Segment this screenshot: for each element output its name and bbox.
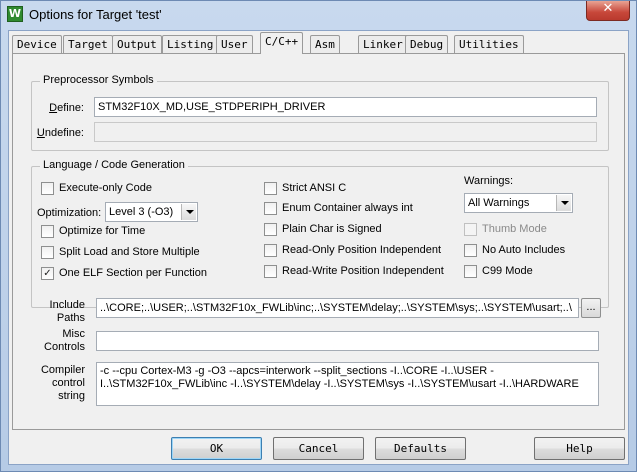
split-load-store-checkbox[interactable]: Split Load and Store Multiple	[41, 246, 200, 260]
optimization-select[interactable]: Level 3 (-O3)	[105, 202, 198, 222]
tab-target[interactable]: Target	[63, 35, 113, 54]
include-paths-label-line2: Paths	[56, 312, 85, 324]
app-logo-icon: W	[7, 6, 23, 22]
tab-linker[interactable]: Linker	[358, 35, 408, 54]
one-elf-section-label: One ELF Section per Function	[59, 267, 207, 279]
undefine-label: Undefine:	[36, 127, 84, 139]
language-code-generation-group: Language / Code Generation Execute-only …	[31, 159, 609, 308]
language-group-label: Language / Code Generation	[40, 159, 188, 171]
thumb-mode-label: Thumb Mode	[482, 223, 547, 235]
execute-only-label: Execute-only Code	[59, 182, 152, 194]
tab-listing[interactable]: Listing	[162, 35, 219, 54]
cancel-button[interactable]: Cancel	[273, 437, 364, 460]
check-icon: ✓	[41, 267, 54, 280]
ok-button[interactable]: OK	[171, 437, 262, 460]
title-bar[interactable]: W Options for Target 'test' ✕	[1, 1, 636, 29]
no-auto-includes-checkbox[interactable]: No Auto Includes	[464, 244, 565, 258]
tab-user[interactable]: User	[216, 35, 253, 54]
plain-char-label: Plain Char is Signed	[282, 223, 382, 235]
enum-container-checkbox[interactable]: Enum Container always int	[264, 202, 413, 216]
tab-asm[interactable]: Asm	[310, 35, 340, 54]
undefine-input[interactable]	[94, 122, 597, 142]
misc-controls-label-line1: Misc	[62, 328, 85, 340]
options-dialog: W Options for Target 'test' ✕ Device Tar…	[0, 0, 637, 472]
ro-position-checkbox[interactable]: Read-Only Position Independent	[264, 244, 441, 258]
misc-controls-label-line2: Controls	[44, 341, 85, 353]
include-paths-label: Include Paths	[17, 299, 85, 325]
preprocessor-symbols-group: Preprocessor Symbols Define: STM32F10X_M…	[31, 74, 609, 151]
c99-mode-box	[464, 265, 477, 278]
help-button[interactable]: Help	[534, 437, 625, 460]
defaults-button[interactable]: Defaults	[375, 437, 466, 460]
warnings-select[interactable]: All Warnings	[464, 193, 573, 213]
chevron-down-icon	[181, 204, 196, 220]
close-button[interactable]: ✕	[586, 1, 630, 21]
enum-container-label: Enum Container always int	[282, 202, 413, 214]
tab-utilities[interactable]: Utilities	[454, 35, 524, 54]
optimization-value: Level 3 (-O3)	[109, 206, 174, 218]
plain-char-box	[264, 223, 277, 236]
optimize-for-time-box	[41, 225, 54, 238]
tab-c-cpp[interactable]: C/C++	[260, 32, 304, 54]
define-label: Define:	[49, 102, 84, 114]
compiler-label-line1: Compiler	[40, 364, 85, 376]
tab-output[interactable]: Output	[112, 35, 162, 54]
thumb-mode-box	[464, 223, 477, 236]
define-input[interactable]: STM32F10X_MD,USE_STDPERIPH_DRIVER	[94, 97, 597, 117]
dialog-client: Device Target Output Listing User C/C++ …	[8, 30, 629, 465]
rw-position-checkbox[interactable]: Read-Write Position Independent	[264, 265, 444, 279]
ro-position-label: Read-Only Position Independent	[282, 244, 441, 256]
window-title: Options for Target 'test'	[29, 7, 162, 22]
thumb-mode-checkbox[interactable]: Thumb Mode	[464, 223, 547, 237]
rw-position-box	[264, 265, 277, 278]
include-paths-input[interactable]: ..\CORE;..\USER;..\STM32F10x_FWLib\inc;.…	[96, 298, 579, 318]
execute-only-checkbox[interactable]: Execute-only Code	[41, 182, 152, 196]
compiler-label-line2: control	[51, 377, 85, 389]
include-paths-label-line1: Include	[49, 299, 85, 311]
split-load-store-box	[41, 246, 54, 259]
optimize-for-time-label: Optimize for Time	[59, 225, 146, 237]
chevron-down-icon	[556, 195, 571, 211]
plain-char-checkbox[interactable]: Plain Char is Signed	[264, 223, 382, 237]
strict-ansi-checkbox[interactable]: Strict ANSI C	[264, 182, 346, 196]
misc-controls-input[interactable]	[96, 331, 599, 351]
enum-container-box	[264, 202, 277, 215]
misc-controls-label: Misc Controls	[17, 328, 85, 354]
compiler-control-string-label: Compiler control string	[17, 364, 85, 403]
no-auto-includes-label: No Auto Includes	[482, 244, 566, 256]
compiler-control-string-textarea[interactable]: -c --cpu Cortex-M3 -g -O3 --apcs=interwo…	[96, 362, 599, 406]
ro-position-box	[264, 244, 277, 257]
execute-only-box	[41, 182, 54, 195]
optimize-for-time-checkbox[interactable]: Optimize for Time	[41, 225, 145, 239]
c99-mode-label: C99 Mode	[482, 265, 533, 277]
strict-ansi-box	[264, 182, 277, 195]
tab-device[interactable]: Device	[12, 35, 62, 54]
tab-debug[interactable]: Debug	[405, 35, 449, 54]
warnings-label: Warnings:	[464, 175, 514, 187]
one-elf-section-checkbox[interactable]: ✓ One ELF Section per Function	[41, 267, 207, 281]
c-cpp-tab-panel: Preprocessor Symbols Define: STM32F10X_M…	[12, 53, 625, 430]
c99-mode-checkbox[interactable]: C99 Mode	[464, 265, 533, 279]
split-load-store-label: Split Load and Store Multiple	[59, 246, 200, 258]
optimization-label: Optimization:	[37, 207, 102, 219]
include-paths-browse-button[interactable]: ...	[581, 298, 601, 318]
no-auto-includes-box	[464, 244, 477, 257]
strict-ansi-label: Strict ANSI C	[282, 182, 347, 194]
preprocessor-group-label: Preprocessor Symbols	[40, 74, 157, 86]
warnings-value: All Warnings	[468, 197, 530, 209]
compiler-label-line3: string	[58, 390, 85, 402]
rw-position-label: Read-Write Position Independent	[282, 265, 444, 277]
